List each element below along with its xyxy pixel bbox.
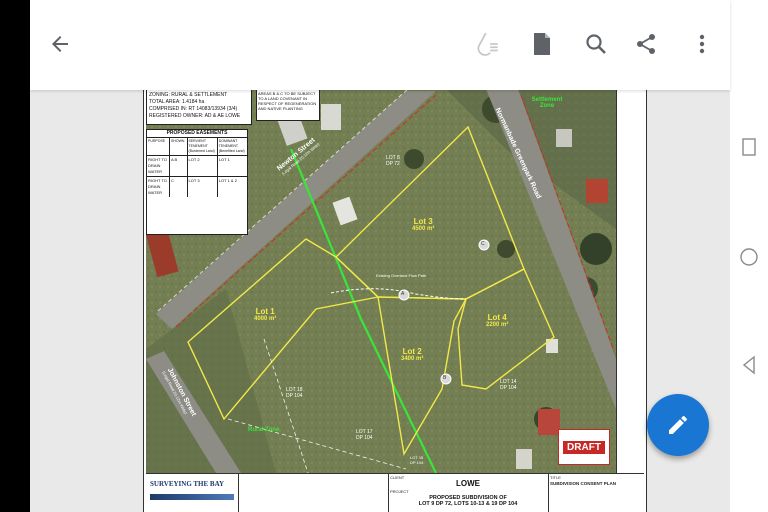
document-button[interactable] bbox=[526, 28, 558, 60]
back-button[interactable] bbox=[44, 28, 76, 60]
edit-fab-button[interactable] bbox=[647, 394, 709, 456]
firm-logo: SURVEYING THE BAY bbox=[146, 474, 239, 512]
recents-button[interactable] bbox=[738, 136, 760, 158]
covenant-note: AREAS B & C TO BE SUBJECT TO A LAND COVE… bbox=[256, 90, 320, 121]
document-icon bbox=[534, 33, 550, 55]
drive-button[interactable] bbox=[472, 28, 504, 60]
rural-zone-label: Rural Zone bbox=[248, 427, 280, 433]
title-block: SURVEYING THE BAY CLIENT LOWE PROJECT PR… bbox=[146, 473, 644, 512]
more-options-button[interactable] bbox=[686, 28, 718, 60]
easements-table: PROPOSED EASEMENTS PURPOSE SHOWN SERVIEN… bbox=[146, 129, 248, 235]
recents-square-icon bbox=[742, 138, 756, 156]
lot-2-label: Lot 2 3400 m² bbox=[401, 347, 424, 362]
flow-path-label: Existing Overland Flow Path bbox=[376, 273, 427, 278]
marker-b-label: B bbox=[443, 375, 447, 381]
page-right-margin bbox=[616, 90, 645, 473]
existing-lot-17: LOT 17 DP 104 bbox=[356, 429, 373, 441]
share-icon bbox=[637, 34, 655, 54]
back-triangle-icon bbox=[742, 355, 755, 375]
title-cell: TITLE SUBDIVISION CONSENT PLAN bbox=[550, 475, 617, 486]
home-circle-icon bbox=[740, 248, 758, 266]
document-viewer[interactable]: Newton Street (Legal Road 20.12m Wide) N… bbox=[30, 90, 730, 512]
existing-lot-8: LOT 8 DP 72 bbox=[386, 155, 400, 167]
drive-icon bbox=[477, 32, 498, 56]
app-toolbar bbox=[30, 0, 730, 90]
plan-page: Newton Street (Legal Road 20.12m Wide) N… bbox=[143, 90, 647, 512]
existing-lot-18: LOT 18 DP 104 bbox=[286, 387, 303, 399]
lot-3-label: Lot 3 4500 m² bbox=[412, 217, 435, 232]
marker-c-label: C bbox=[481, 241, 485, 247]
lot-1-label: Lot 1 4000 m² bbox=[254, 307, 277, 322]
arrow-back-icon bbox=[52, 36, 68, 52]
site-info-box: ZONING: RURAL & SETTLEMENT TOTAL AREA: 1… bbox=[146, 90, 252, 125]
client-project-cell: CLIENT LOWE PROJECT PROPOSED SUBDIVISION… bbox=[388, 474, 549, 512]
pencil-icon bbox=[669, 415, 687, 434]
system-nav-bar bbox=[730, 0, 768, 512]
marker-a-label: A bbox=[401, 291, 405, 297]
notes-cell bbox=[238, 474, 389, 512]
home-button[interactable] bbox=[738, 246, 760, 268]
settlement-zone-label: Settlement Zone bbox=[531, 97, 563, 109]
search-icon bbox=[586, 34, 606, 54]
search-button[interactable] bbox=[580, 28, 612, 60]
aerial-map: Newton Street (Legal Road 20.12m Wide) N… bbox=[146, 90, 616, 473]
existing-lot-15: LOT 15 DP 104 bbox=[410, 455, 424, 465]
draft-stamp: DRAFT bbox=[558, 429, 610, 465]
left-edge-bar bbox=[0, 0, 30, 512]
existing-lot-14: LOT 14 DP 104 bbox=[500, 379, 517, 391]
more-vert-icon bbox=[699, 34, 705, 54]
system-back-button[interactable] bbox=[738, 354, 760, 376]
lot-4-label: Lot 4 2200 m² bbox=[486, 313, 509, 328]
share-button[interactable] bbox=[630, 28, 662, 60]
